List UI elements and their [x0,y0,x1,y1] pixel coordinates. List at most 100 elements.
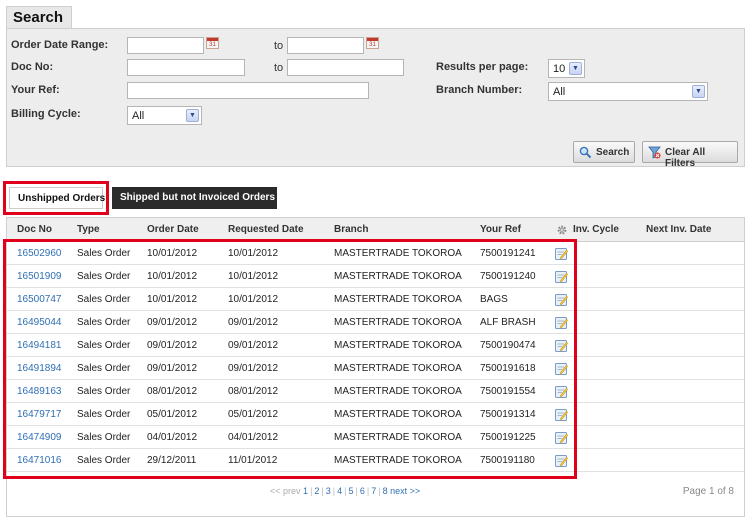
doc-no-link[interactable]: 16479717 [17,409,62,420]
search-icon [579,146,592,159]
branch-name: MASTERTRADE TOKOROA [334,294,462,305]
branch-number-select[interactable]: All ▼ [548,82,708,101]
order-date: 10/01/2012 [147,248,198,259]
doc-no-link[interactable]: 16494181 [17,340,62,351]
doc-no-link[interactable]: 16495044 [17,317,62,328]
doc-no-link[interactable]: 16474909 [17,432,62,443]
order-type: Sales Order [77,317,131,328]
column-header-inv-cycle[interactable]: Inv. Cycle [573,224,619,235]
doc-no-to-input[interactable] [287,59,404,76]
calendar-icon[interactable]: 31 [206,37,219,49]
order-type: Sales Order [77,340,131,351]
clear-filter-icon [648,146,661,159]
pagination: << prev 1 | 2 | 3 | 4 | 5 | 6 | 7 | 8 next >> [270,486,420,496]
requested-date: 09/01/2012 [228,340,279,351]
edit-note-icon[interactable] [555,431,568,444]
edit-note-icon[interactable] [555,339,568,352]
doc-no-link[interactable]: 16500747 [17,294,62,305]
pagination-page-link[interactable]: 6 [360,486,365,496]
column-header-your-ref[interactable]: Your Ref [480,224,521,235]
search-button[interactable]: Search [573,141,635,163]
search-button-label: Search [596,147,630,158]
edit-note-icon[interactable] [555,247,568,260]
pagination-page-link[interactable]: 4 [337,486,342,496]
column-header-type[interactable]: Type [77,224,100,235]
edit-note-icon[interactable] [555,408,568,421]
order-date-range-label: Order Date Range: [11,39,109,51]
edit-note-icon[interactable] [555,362,568,375]
your-ref: 7500191225 [480,432,536,443]
tab-shipped-not-invoiced-orders[interactable]: Shipped but not Invoiced Orders [112,187,277,209]
gear-icon[interactable] [556,224,568,236]
chevron-down-icon: ▼ [186,109,199,122]
pagination-page-link[interactable]: 3 [326,486,331,496]
your-ref-label: Your Ref: [11,84,60,96]
pagination-separator: | [332,486,336,496]
your-ref: 7500191180 [480,455,535,466]
branch-name: MASTERTRADE TOKOROA [334,432,462,443]
column-header-requested-date[interactable]: Requested Date [228,224,304,235]
table-header: Doc No Type Order Date Requested Date Br… [7,218,744,242]
branch-number-label: Branch Number: [436,84,523,96]
pagination-page-link[interactable]: 8 [383,486,388,496]
results-per-page-select[interactable]: 10 ▼ [548,59,585,78]
edit-note-icon[interactable] [555,270,568,283]
billing-cycle-label: Billing Cycle: [11,108,81,120]
order-date-from-input[interactable] [127,37,204,54]
doc-no-link[interactable]: 16491894 [17,363,62,374]
pagination-page-link[interactable]: 1 [303,486,308,496]
doc-no-link[interactable]: 16471016 [17,455,62,466]
chevron-down-icon: ▼ [692,85,705,98]
branch-name: MASTERTRADE TOKOROA [334,386,462,397]
order-date: 10/01/2012 [147,294,198,305]
pagination-page-link[interactable]: 5 [348,486,353,496]
requested-date: 04/01/2012 [228,432,279,443]
order-type: Sales Order [77,386,131,397]
table-row: 16502960 Sales Order 10/01/2012 10/01/2012 M… [7,242,744,265]
doc-no-from-input[interactable] [127,59,245,76]
billing-cycle-value: All [132,110,145,122]
order-date: 10/01/2012 [147,271,198,282]
chevron-down-icon: ▼ [569,62,582,75]
pagination-pages: 1 | 2 | 3 | 4 | 5 | 6 | 7 | 8 [303,486,390,496]
search-panel-title: Search [6,6,72,29]
doc-no-label: Doc No: [11,61,54,73]
your-ref: 7500190474 [480,340,536,351]
clear-all-filters-button[interactable]: Clear All Filters [642,141,738,169]
doc-no-link[interactable]: 16489163 [17,386,62,397]
column-header-next-inv-date[interactable]: Next Inv. Date [646,224,711,235]
order-date: 09/01/2012 [147,363,198,374]
requested-date: 10/01/2012 [228,294,279,305]
column-header-order-date[interactable]: Order Date [147,224,199,235]
pagination-page-link[interactable]: 2 [314,486,319,496]
calendar-icon[interactable]: 31 [366,37,379,49]
pagination-separator: | [366,486,370,496]
tab-unshipped-orders[interactable]: Unshipped Orders [9,187,105,209]
table-row: 16495044 Sales Order 09/01/2012 09/01/2012 M… [7,311,744,334]
edit-note-icon[interactable] [555,385,568,398]
edit-note-icon[interactable] [555,454,568,467]
pagination-next[interactable]: next >> [390,486,420,496]
billing-cycle-select[interactable]: All ▼ [127,106,202,125]
branch-name: MASTERTRADE TOKOROA [334,317,462,328]
column-header-branch[interactable]: Branch [334,224,368,235]
table-row: 16491894 Sales Order 09/01/2012 09/01/2012 M… [7,357,744,380]
table-row: 16474909 Sales Order 04/01/2012 04/01/2012 M… [7,426,744,449]
column-header-doc-no[interactable]: Doc No [17,224,52,235]
order-type: Sales Order [77,271,131,282]
table-row: 16471016 Sales Order 29/12/2011 11/01/2012 M… [7,449,744,472]
your-ref-input[interactable] [127,82,369,99]
order-date-to-input[interactable] [287,37,364,54]
pagination-page-link[interactable]: 7 [371,486,376,496]
to-label: to [274,40,284,52]
edit-note-icon[interactable] [555,293,568,306]
order-type: Sales Order [77,248,131,259]
edit-note-icon[interactable] [555,316,568,329]
doc-no-link[interactable]: 16502960 [17,248,62,259]
table-row: 16489163 Sales Order 08/01/2012 08/01/2012 M… [7,380,744,403]
doc-no-link[interactable]: 16501909 [17,271,62,282]
your-ref: BAGS [480,294,508,305]
pagination-separator: | [310,486,313,496]
orders-table: Doc No Type Order Date Requested Date Br… [6,217,745,517]
branch-name: MASTERTRADE TOKOROA [334,248,462,259]
